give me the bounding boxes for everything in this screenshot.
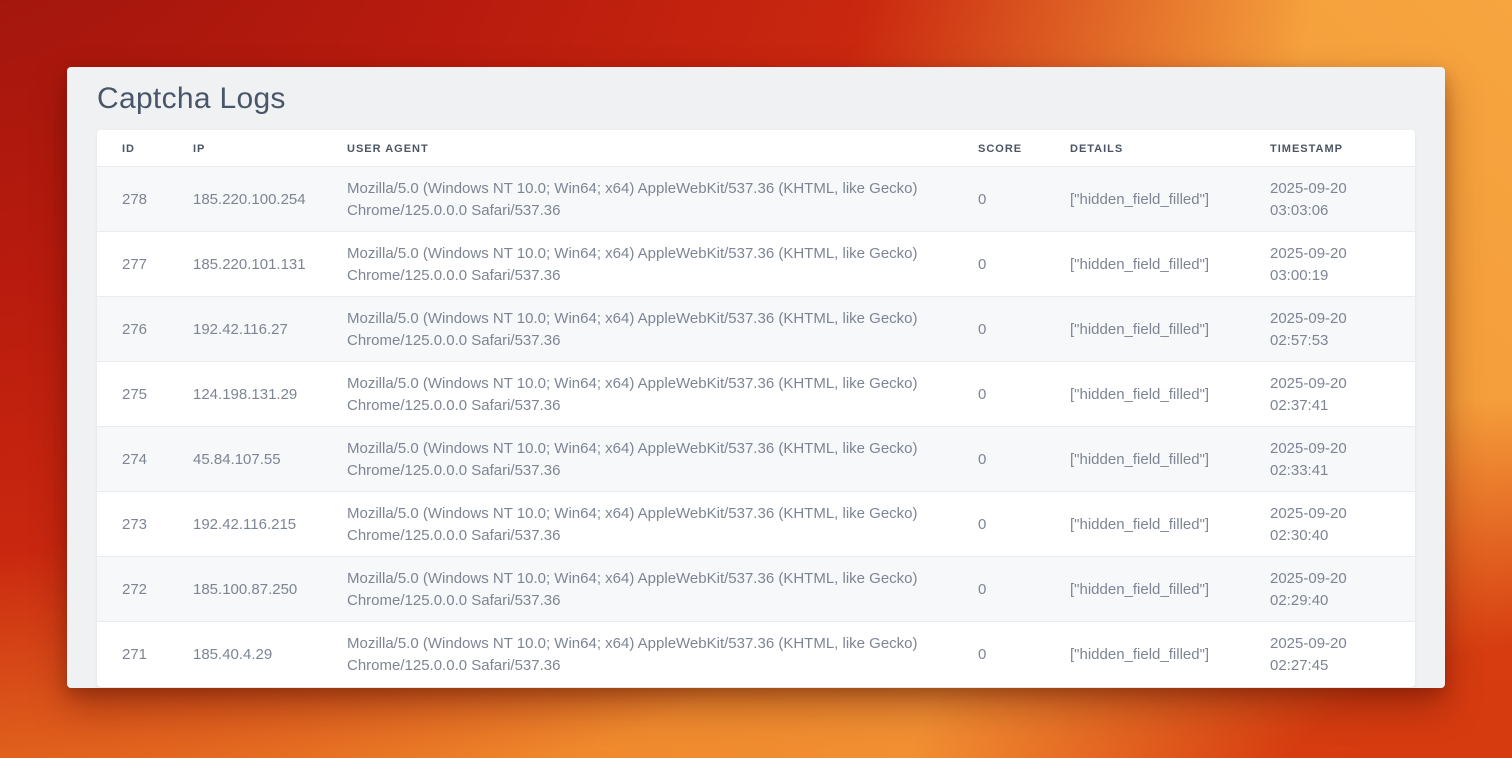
table-header: ID IP USER AGENT SCORE DETAILS TIMESTAMP (97, 130, 1415, 167)
log-details-cell: ["hidden_field_filled"] (1045, 492, 1245, 557)
column-header-user-agent: USER AGENT (322, 130, 953, 167)
log-user-agent-cell: Mozilla/5.0 (Windows NT 10.0; Win64; x64… (322, 622, 953, 687)
log-timestamp-cell: 2025-09-20 03:03:06 (1245, 167, 1415, 232)
log-timestamp-cell: 2025-09-20 02:37:41 (1245, 362, 1415, 427)
log-id-cell: 274 (97, 427, 168, 492)
log-user-agent-cell: Mozilla/5.0 (Windows NT 10.0; Win64; x64… (322, 232, 953, 297)
logs-table-body: 278 185.220.100.254 Mozilla/5.0 (Windows… (97, 167, 1415, 687)
log-details-cell: ["hidden_field_filled"] (1045, 167, 1245, 232)
column-header-score: SCORE (953, 130, 1045, 167)
log-user-agent-cell: Mozilla/5.0 (Windows NT 10.0; Win64; x64… (322, 167, 953, 232)
log-ip-cell: 185.220.101.131 (168, 232, 322, 297)
log-score-cell: 0 (953, 232, 1045, 297)
log-row: 276 192.42.116.27 Mozilla/5.0 (Windows N… (97, 297, 1415, 362)
log-timestamp-cell: 2025-09-20 02:33:41 (1245, 427, 1415, 492)
log-score-cell: 0 (953, 297, 1045, 362)
log-timestamp-cell: 2025-09-20 02:57:53 (1245, 297, 1415, 362)
captcha-logs-table: ID IP USER AGENT SCORE DETAILS TIMESTAMP… (97, 130, 1415, 687)
log-ip-cell: 185.40.4.29 (168, 622, 322, 687)
log-user-agent-cell: Mozilla/5.0 (Windows NT 10.0; Win64; x64… (322, 297, 953, 362)
log-id-cell: 271 (97, 622, 168, 687)
log-row: 273 192.42.116.215 Mozilla/5.0 (Windows … (97, 492, 1415, 557)
log-user-agent-cell: Mozilla/5.0 (Windows NT 10.0; Win64; x64… (322, 427, 953, 492)
column-header-id: ID (97, 130, 168, 167)
captcha-logs-card: Captcha Logs ID IP USER AGENT SCORE DETA… (67, 67, 1445, 688)
log-row: 272 185.100.87.250 Mozilla/5.0 (Windows … (97, 557, 1415, 622)
log-score-cell: 0 (953, 427, 1045, 492)
log-ip-cell: 185.100.87.250 (168, 557, 322, 622)
log-user-agent-cell: Mozilla/5.0 (Windows NT 10.0; Win64; x64… (322, 557, 953, 622)
log-id-cell: 277 (97, 232, 168, 297)
log-id-cell: 273 (97, 492, 168, 557)
log-user-agent-cell: Mozilla/5.0 (Windows NT 10.0; Win64; x64… (322, 362, 953, 427)
log-timestamp-cell: 2025-09-20 02:30:40 (1245, 492, 1415, 557)
log-id-cell: 276 (97, 297, 168, 362)
page-title: Captcha Logs (97, 83, 1415, 115)
log-details-cell: ["hidden_field_filled"] (1045, 232, 1245, 297)
log-timestamp-cell: 2025-09-20 02:29:40 (1245, 557, 1415, 622)
log-row: 271 185.40.4.29 Mozilla/5.0 (Windows NT … (97, 622, 1415, 687)
log-ip-cell: 185.220.100.254 (168, 167, 322, 232)
log-row: 274 45.84.107.55 Mozilla/5.0 (Windows NT… (97, 427, 1415, 492)
log-details-cell: ["hidden_field_filled"] (1045, 557, 1245, 622)
log-ip-cell: 192.42.116.215 (168, 492, 322, 557)
log-score-cell: 0 (953, 167, 1045, 232)
column-header-ip: IP (168, 130, 322, 167)
log-timestamp-cell: 2025-09-20 03:00:19 (1245, 232, 1415, 297)
log-details-cell: ["hidden_field_filled"] (1045, 427, 1245, 492)
log-ip-cell: 192.42.116.27 (168, 297, 322, 362)
column-header-details: DETAILS (1045, 130, 1245, 167)
log-score-cell: 0 (953, 557, 1045, 622)
column-header-timestamp: TIMESTAMP (1245, 130, 1415, 167)
log-ip-cell: 45.84.107.55 (168, 427, 322, 492)
log-row: 278 185.220.100.254 Mozilla/5.0 (Windows… (97, 167, 1415, 232)
log-row: 277 185.220.101.131 Mozilla/5.0 (Windows… (97, 232, 1415, 297)
log-details-cell: ["hidden_field_filled"] (1045, 297, 1245, 362)
log-row: 275 124.198.131.29 Mozilla/5.0 (Windows … (97, 362, 1415, 427)
log-score-cell: 0 (953, 492, 1045, 557)
log-id-cell: 278 (97, 167, 168, 232)
log-score-cell: 0 (953, 362, 1045, 427)
log-details-cell: ["hidden_field_filled"] (1045, 622, 1245, 687)
log-user-agent-cell: Mozilla/5.0 (Windows NT 10.0; Win64; x64… (322, 492, 953, 557)
log-details-cell: ["hidden_field_filled"] (1045, 362, 1245, 427)
log-score-cell: 0 (953, 622, 1045, 687)
log-id-cell: 272 (97, 557, 168, 622)
log-id-cell: 275 (97, 362, 168, 427)
log-ip-cell: 124.198.131.29 (168, 362, 322, 427)
log-timestamp-cell: 2025-09-20 02:27:45 (1245, 622, 1415, 687)
